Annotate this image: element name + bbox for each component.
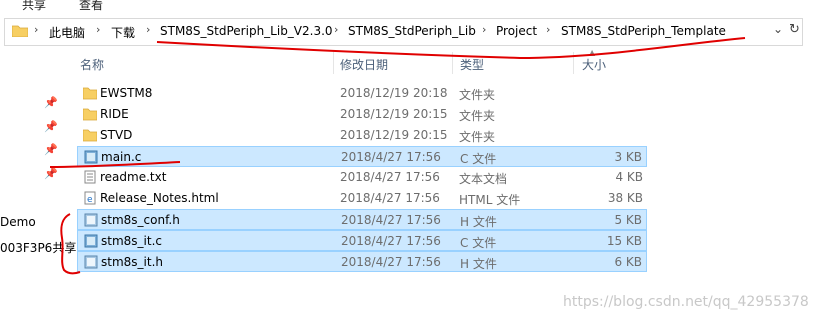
column-size[interactable]: 大小: [582, 56, 606, 73]
file-row[interactable]: readme.txt 2018/4/27 17:56 文本文档 4 KB: [77, 167, 647, 188]
h-file-icon: [84, 213, 98, 227]
file-type: 文件夹: [459, 88, 496, 102]
file-name: EWSTM8: [100, 86, 153, 100]
breadcrumb-lib-v230[interactable]: STM8S_StdPeriph_Lib_V2.3.0: [160, 24, 333, 38]
file-row[interactable]: stm8s_it.h 2018/4/27 17:56 H 文件 6 KB: [77, 251, 647, 272]
file-date: 2018/4/27 17:56: [341, 234, 441, 248]
file-type: HTML 文件: [459, 193, 521, 207]
file-date: 2018/4/27 17:56: [340, 170, 440, 184]
breadcrumb-separator-icon: ›: [546, 23, 551, 36]
nav-item-share[interactable]: 003F3P6共享: [0, 239, 76, 256]
ribbon-strip: 共享 查看: [0, 0, 813, 16]
c-file-icon: [84, 150, 98, 164]
file-name: STVD: [100, 128, 133, 142]
breadcrumb-this-pc[interactable]: 此电脑: [49, 24, 85, 41]
file-name: RIDE: [100, 107, 129, 121]
file-row[interactable]: main.c 2018/4/27 17:56 C 文件 3 KB: [77, 146, 647, 167]
file-type: H 文件: [460, 257, 497, 271]
file-name: main.c: [101, 150, 142, 164]
file-size: 6 KB: [614, 255, 642, 269]
column-divider[interactable]: [333, 52, 334, 74]
file-row[interactable]: stm8s_conf.h 2018/4/27 17:56 H 文件 5 KB: [77, 209, 647, 230]
file-row[interactable]: EWSTM8 2018/12/19 20:18 文件夹: [77, 83, 647, 104]
file-type: H 文件: [460, 215, 497, 229]
breadcrumb-separator-icon: ›: [482, 23, 487, 36]
svg-text:e: e: [87, 195, 93, 205]
file-size: 3 KB: [614, 150, 642, 164]
refresh-icon[interactable]: ↻: [789, 22, 800, 37]
file-name: stm8s_it.c: [101, 234, 162, 248]
file-date: 2018/12/19 20:18: [340, 86, 448, 100]
file-type: 文件夹: [459, 130, 496, 144]
folder-icon: [12, 25, 28, 37]
file-date: 2018/4/27 17:56: [341, 150, 441, 164]
breadcrumb-separator-icon: ›: [34, 23, 39, 36]
file-name: Release_Notes.html: [100, 191, 219, 205]
file-row[interactable]: STVD 2018/12/19 20:15 文件夹: [77, 125, 647, 146]
ribbon-tab-view[interactable]: 查看: [79, 0, 103, 13]
column-name[interactable]: 名称: [80, 56, 104, 73]
pin-icon[interactable]: 📌: [44, 143, 58, 156]
file-name: stm8s_conf.h: [101, 213, 180, 227]
pin-icon[interactable]: 📌: [44, 167, 58, 180]
nav-item-demo[interactable]: Demo: [0, 215, 36, 229]
folder-icon: [82, 107, 98, 121]
column-date[interactable]: 修改日期: [340, 56, 388, 73]
folder-icon: [82, 86, 98, 100]
file-size: 38 KB: [607, 191, 643, 205]
address-bar[interactable]: › 此电脑 › 下载 › STM8S_StdPeriph_Lib_V2.3.0 …: [4, 18, 803, 46]
file-date: 2018/12/19 20:15: [340, 107, 448, 121]
file-date: 2018/4/27 17:56: [340, 191, 440, 205]
file-name: readme.txt: [100, 170, 167, 184]
file-name: stm8s_it.h: [101, 255, 163, 269]
file-type: 文本文档: [459, 172, 508, 186]
breadcrumb-project[interactable]: Project: [496, 24, 537, 38]
watermark: https://blog.csdn.net/qq_42955378: [563, 294, 809, 310]
file-type: C 文件: [460, 236, 497, 250]
h-file-icon: [84, 255, 98, 269]
breadcrumb-downloads[interactable]: 下载: [111, 24, 135, 41]
html-file-icon: e: [83, 191, 97, 205]
breadcrumb-separator-icon: ›: [146, 23, 151, 36]
column-divider[interactable]: [573, 52, 574, 74]
c-file-icon: [84, 234, 98, 248]
file-size: 5 KB: [614, 213, 642, 227]
file-type: 文件夹: [459, 109, 496, 123]
file-size: 15 KB: [606, 234, 642, 248]
file-row[interactable]: RIDE 2018/12/19 20:15 文件夹: [77, 104, 647, 125]
pin-icon[interactable]: 📌: [44, 96, 58, 109]
file-date: 2018/12/19 20:15: [340, 128, 448, 142]
text-file-icon: [83, 170, 97, 184]
file-type: C 文件: [460, 152, 497, 166]
column-type[interactable]: 类型: [460, 56, 484, 73]
file-date: 2018/4/27 17:56: [341, 213, 441, 227]
breadcrumb-lib[interactable]: STM8S_StdPeriph_Lib: [348, 24, 476, 38]
column-header: 名称 修改日期 类型 ▲ 大小: [0, 48, 813, 78]
folder-icon: [82, 128, 98, 142]
breadcrumb-separator-icon: ›: [334, 23, 339, 36]
breadcrumb-separator-icon: ›: [96, 23, 101, 36]
file-size: 4 KB: [615, 170, 643, 184]
file-date: 2018/4/27 17:56: [341, 255, 441, 269]
file-row[interactable]: stm8s_it.c 2018/4/27 17:56 C 文件 15 KB: [77, 230, 647, 251]
column-divider[interactable]: [452, 52, 453, 74]
chevron-down-icon[interactable]: ⌄: [773, 22, 783, 36]
file-row[interactable]: e Release_Notes.html 2018/4/27 17:56 HTML 文…: [77, 188, 647, 209]
ribbon-tab-share[interactable]: 共享: [22, 0, 46, 13]
breadcrumb-template[interactable]: STM8S_StdPeriph_Template: [561, 24, 726, 38]
pin-icon[interactable]: 📌: [44, 120, 58, 133]
